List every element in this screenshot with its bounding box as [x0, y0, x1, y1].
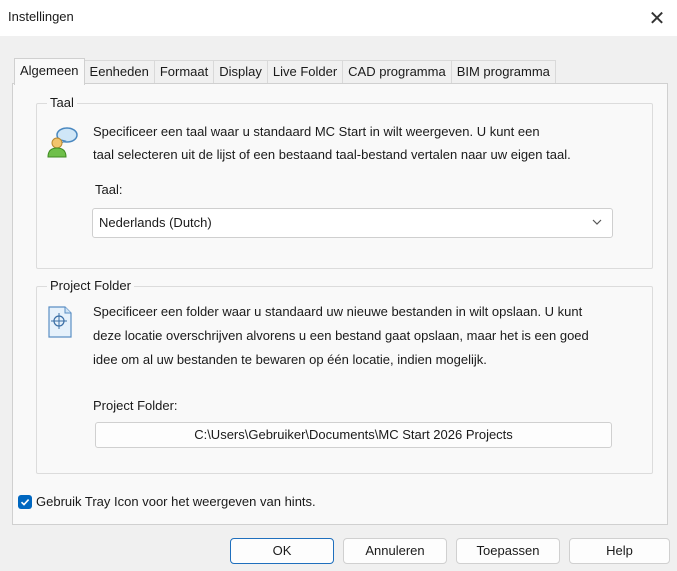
tab-display[interactable]: Display [214, 60, 268, 84]
document-target-icon [48, 306, 72, 338]
project-folder-path-field[interactable]: C:\Users\Gebruiker\Documents\MC Start 20… [95, 422, 612, 448]
checkmark-icon [20, 498, 30, 506]
close-icon: ✕ [648, 7, 666, 30]
project-folder-group-title: Project Folder [47, 278, 134, 294]
chevron-down-icon [592, 219, 602, 225]
project-folder-group: Project Folder Specificeer een folder wa… [36, 278, 653, 474]
title-bar: Instellingen ✕ [0, 0, 677, 36]
close-button[interactable]: ✕ [637, 0, 677, 36]
tab-eenheden[interactable]: Eenheden [84, 60, 155, 84]
project-description-line3: idee om al uw bestanden te bewaren op éé… [93, 352, 487, 367]
tab-panel-algemeen: Taal Specificeer een taal waar u standaa… [12, 83, 668, 525]
project-folder-field-label: Project Folder: [93, 398, 178, 413]
language-select-value: Nederlands (Dutch) [99, 215, 212, 230]
tab-bim-programma[interactable]: BIM programma [451, 60, 556, 84]
language-select[interactable]: Nederlands (Dutch) [92, 208, 613, 238]
language-field-label: Taal: [95, 182, 123, 197]
tab-live-folder[interactable]: Live Folder [267, 60, 344, 84]
users-speech-icon [47, 127, 78, 158]
tab-strip: Algemeen Eenheden Formaat Display Live F… [14, 58, 556, 85]
apply-button[interactable]: Toepassen [456, 538, 560, 564]
settings-dialog: Instellingen ✕ Algemeen Eenheden Formaat… [0, 0, 677, 571]
help-button[interactable]: Help [569, 538, 670, 564]
tray-icon-option[interactable]: Gebruik Tray Icon voor het weergeven van… [18, 494, 316, 509]
ok-button[interactable]: OK [230, 538, 334, 564]
tab-cad-programma[interactable]: CAD programma [343, 60, 452, 84]
tray-icon-label: Gebruik Tray Icon voor het weergeven van… [36, 494, 316, 509]
language-group: Taal Specificeer een taal waar u standaa… [36, 95, 653, 269]
language-description-line2: taal selecteren uit de lijst of een best… [93, 147, 571, 162]
tray-icon-checkbox[interactable] [18, 494, 32, 509]
project-description-line1: Specificeer een folder waar u standaard … [93, 304, 583, 319]
project-description-line2: deze locatie overschrijven alvorens u ee… [93, 328, 589, 343]
cancel-button[interactable]: Annuleren [343, 538, 447, 564]
window-title: Instellingen [8, 9, 74, 24]
tab-formaat[interactable]: Formaat [154, 60, 215, 84]
language-description-line1: Specificeer een taal waar u standaard MC… [93, 124, 540, 139]
tab-algemeen[interactable]: Algemeen [14, 58, 85, 85]
language-group-title: Taal [47, 95, 77, 111]
